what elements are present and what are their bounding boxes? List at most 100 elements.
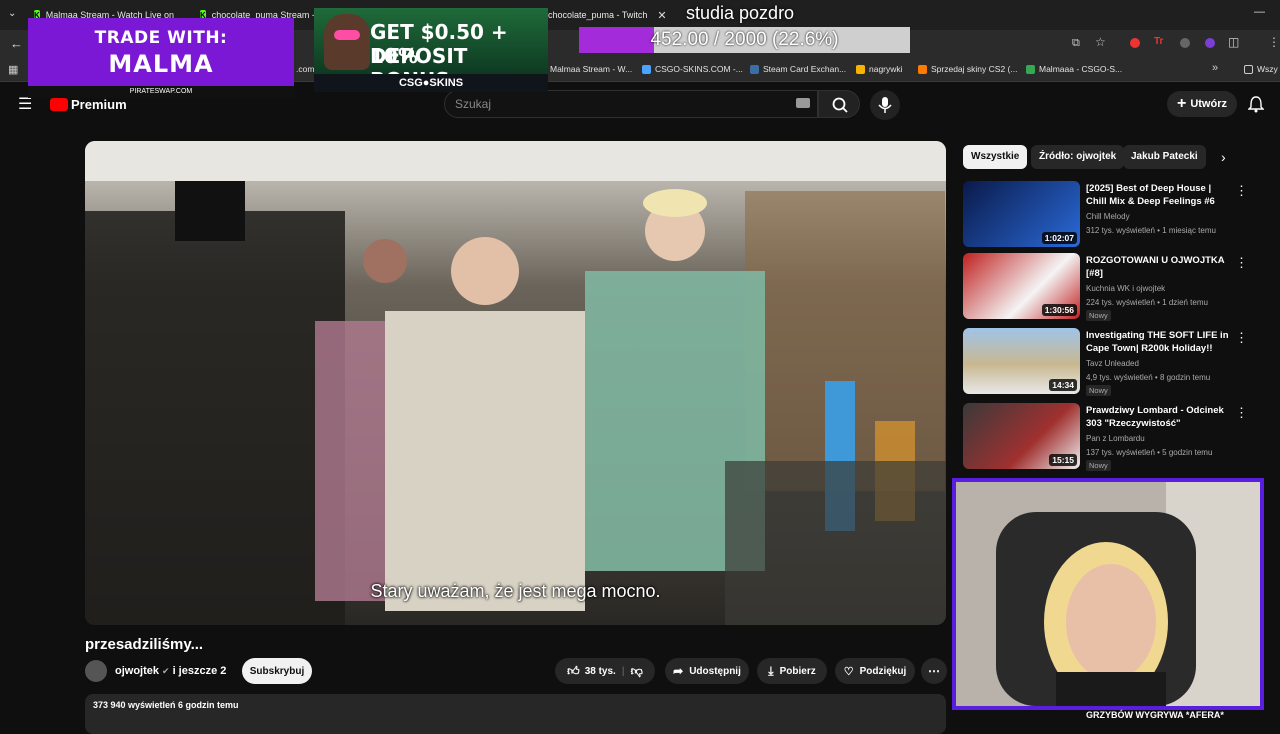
like-button[interactable]: 👍︎ 38 tys. (567, 664, 616, 679)
video-channel[interactable]: Kuchnia WK i ojwojtek (1086, 284, 1165, 293)
puzzle-icon[interactable]: ◫ (1228, 35, 1239, 49)
chip-jakub-patecki[interactable]: Jakub Patecki (1123, 145, 1206, 169)
video-thumbnail[interactable]: 1:30:56 (963, 253, 1080, 319)
chip-source-channel[interactable]: Źródło: ojwojtek (1031, 145, 1125, 169)
banner-line: TRADE WITH: (94, 28, 228, 48)
recommended-video[interactable]: 15:15 Prawdziwy Lombard - Odcinek 303 "R… (963, 403, 1263, 471)
bookmarks-overflow-icon[interactable]: » (1212, 62, 1218, 74)
search-icon (832, 97, 848, 113)
video-meta: 312 tys. wyświetleń • 1 miesiąc temu (1086, 226, 1216, 235)
video-thumbnail[interactable]: 14:34 (963, 328, 1080, 394)
bookmark-item[interactable]: .com (296, 64, 314, 74)
collaborators-link[interactable]: i jeszcze 2 (173, 665, 227, 677)
bookmark-item[interactable]: Steam Card Exchan... (750, 64, 846, 74)
monster-mascot-icon (324, 14, 370, 70)
views-line: 373 940 wyświetleń 6 godzin temu (93, 700, 239, 710)
install-icon[interactable]: ⧉ (1072, 37, 1080, 50)
recommended-video[interactable]: 14:34 Investigating THE SOFT LIFE in Cap… (963, 328, 1263, 396)
video-title[interactable]: ROZGOTOWANI U OJWOJTKA [#8] (1086, 254, 1231, 280)
bookmark-label: nagrywki (869, 64, 903, 74)
steam-icon (750, 64, 759, 74)
video-channel[interactable]: Pan z Lombardu (1086, 434, 1145, 443)
bookmark-folder[interactable]: Wszy (1244, 64, 1278, 74)
tab-label: chocolate_puma - Twitch (548, 10, 648, 20)
bookmark-item[interactable]: Malmaa Stream - W... (550, 64, 632, 74)
globe-icon (642, 64, 651, 74)
drive-icon (856, 64, 865, 74)
extension-icon[interactable] (1130, 38, 1140, 48)
video-duration: 1:02:07 (1041, 232, 1077, 244)
webcam-feed (956, 482, 1260, 706)
star-icon[interactable]: ☆ (1095, 35, 1106, 49)
share-button[interactable]: ➦ Udostępnij (665, 658, 749, 684)
download-label: Pobierz (779, 665, 816, 677)
more-options-icon[interactable]: ⋮ (1235, 183, 1248, 199)
extension-icon[interactable]: Tr (1154, 36, 1163, 47)
tab-chocolate-puma-twitch[interactable]: chocolate_puma - Twitch ✕ (548, 4, 688, 26)
bookmark-item[interactable]: CSGO-SKINS.COM -... (642, 64, 743, 74)
chip-all[interactable]: Wszystkie (963, 145, 1028, 169)
more-options-icon[interactable]: ⋮ (1235, 405, 1248, 421)
video-thumbnail[interactable]: 15:15 (963, 403, 1080, 469)
stream-ticker: GRZYBÓW WYGRYWA *AFERA* (1086, 710, 1224, 720)
extension-icon[interactable] (1180, 38, 1190, 48)
video-channel[interactable]: Chill Melody (1086, 212, 1130, 221)
extension-icon[interactable] (1205, 38, 1215, 48)
more-actions-button[interactable]: ⋯ (921, 658, 947, 684)
banner-url: PIRATESWAP.COM (28, 86, 294, 98)
more-options-icon[interactable]: ⋮ (1235, 330, 1248, 346)
search-button[interactable] (818, 90, 860, 118)
video-channel[interactable]: Tavz Unleaded (1086, 359, 1139, 368)
more-dots-icon: ⋯ (928, 664, 940, 678)
video-thumbnail[interactable]: 1:02:07 (963, 181, 1080, 247)
bookmark-label: Malmaa Stream - W... (550, 64, 633, 74)
divider: | (621, 665, 625, 677)
close-icon[interactable]: ✕ (657, 9, 666, 22)
keyboard-icon[interactable] (796, 98, 810, 108)
bookmark-label: .com (296, 64, 315, 74)
create-button[interactable]: + Utwórz (1167, 91, 1237, 117)
back-arrow-icon[interactable]: ← (10, 36, 23, 51)
video-duration: 14:34 (1049, 379, 1077, 391)
recommended-video[interactable]: 1:30:56 ROZGOTOWANI U OJWOJTKA [#8] Kuch… (963, 253, 1263, 321)
bell-icon[interactable] (1248, 95, 1264, 113)
avatar[interactable] (85, 660, 107, 682)
video-title[interactable]: Investigating THE SOFT LIFE in Cape Town… (1086, 329, 1231, 355)
bookmark-label: Wszy (1257, 64, 1278, 74)
bookmark-item[interactable]: nagrywki (856, 64, 903, 74)
channel-name[interactable]: ojwojtek (115, 665, 159, 677)
thanks-button[interactable]: ♡ Podziękuj (835, 658, 915, 684)
bookmark-item[interactable]: Sprzedaj skiny CS2 (... (918, 64, 1017, 74)
subscribe-button[interactable]: Subskrybuj (242, 658, 312, 684)
heart-dollar-icon: ♡ (843, 665, 854, 678)
minimize-icon[interactable]: — (1254, 6, 1265, 18)
chevron-right-icon[interactable]: › (1221, 149, 1226, 165)
recommended-video[interactable]: 1:02:07 [2025] Best of Deep House | Chil… (963, 181, 1263, 249)
apps-grid-icon[interactable]: ▦ (8, 63, 18, 76)
video-title[interactable]: Prawdziwy Lombard - Odcinek 303 "Rzeczyw… (1086, 404, 1231, 430)
more-options-icon[interactable]: ⋮ (1235, 255, 1248, 271)
new-badge: Nowy (1086, 460, 1111, 471)
voice-search-button[interactable] (870, 90, 900, 120)
description-box[interactable]: 373 940 wyświetleń 6 godzin temu (85, 694, 946, 734)
stream-title: studia pozdro (686, 3, 795, 23)
create-label: Utwórz (1190, 98, 1227, 110)
download-button[interactable]: ⤓ Pobierz (757, 658, 827, 684)
search-input[interactable]: Szukaj (444, 90, 818, 118)
dislike-button[interactable]: 👎︎ (631, 664, 643, 679)
banner-line: MALMA (108, 50, 214, 78)
menu-dots-icon[interactable]: ⋮ (1268, 35, 1280, 49)
bookmark-label: Sprzedaj skiny CS2 (... (931, 64, 1018, 74)
thumbs-up-icon: 👍︎ (567, 663, 580, 678)
video-title[interactable]: [2025] Best of Deep House | Chill Mix & … (1086, 182, 1231, 208)
bookmark-item[interactable]: Malmaaa - CSGO-S... (1026, 64, 1122, 74)
logo-text: Premium (71, 97, 127, 112)
bookmark-label: Steam Card Exchan... (763, 64, 847, 74)
youtube-logo[interactable]: Premium (50, 97, 127, 112)
thanks-label: Podziękuj (859, 665, 907, 677)
bookmark-label: CSGO-SKINS.COM -... (655, 64, 743, 74)
video-meta: 137 tys. wyświetleń • 5 godzin temu (1086, 448, 1213, 457)
bookmark-label: Malmaaa - CSGO-S... (1039, 64, 1123, 74)
video-player[interactable]: Stary uważam, że jest mega mocno. (85, 141, 946, 625)
tab-list-chevron-icon[interactable]: ⌄ (8, 8, 16, 19)
